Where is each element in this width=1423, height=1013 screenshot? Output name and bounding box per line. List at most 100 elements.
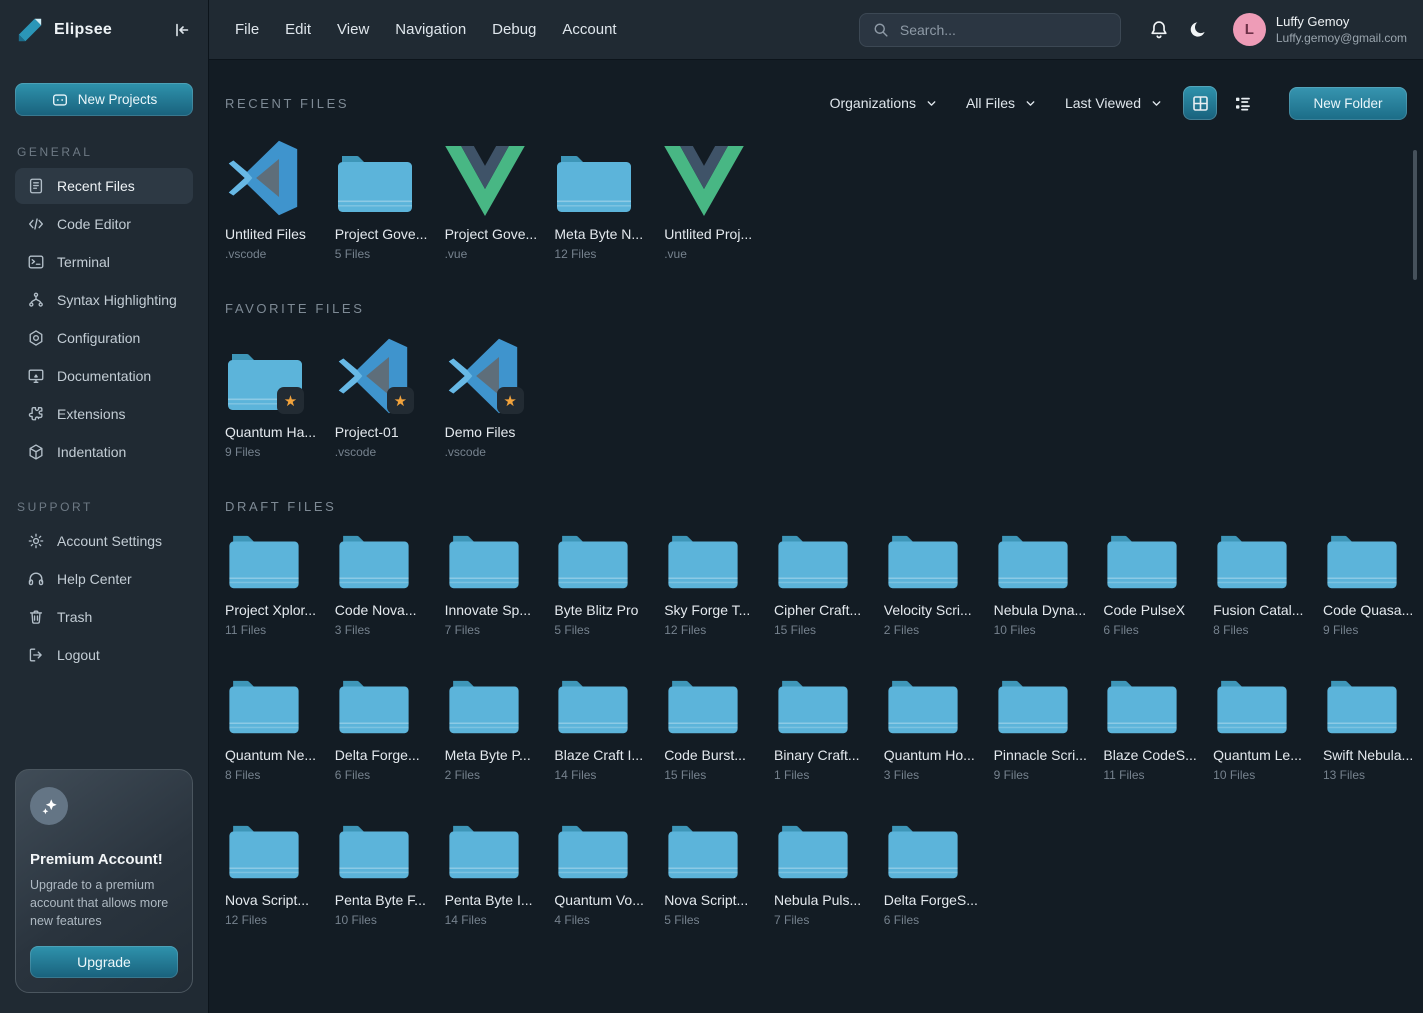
headset-icon [27, 570, 45, 588]
cube-icon [27, 443, 45, 461]
file-name: Project-01 [335, 424, 433, 440]
bell-icon [1148, 19, 1170, 41]
sidebar-item-help-center[interactable]: Help Center [15, 561, 193, 597]
folder-icon [774, 532, 872, 592]
file-card-code-nova[interactable]: Code Nova...3 Files [335, 532, 433, 637]
file-name: Quantum Vo... [554, 892, 652, 908]
file-meta: 3 Files [335, 623, 433, 637]
file-card-nebula-puls[interactable]: Nebula Puls...7 Files [774, 822, 872, 927]
new-folder-button[interactable]: New Folder [1289, 87, 1407, 120]
file-name: Delta Forge... [335, 747, 433, 763]
file-card-blaze-craft-i[interactable]: Blaze Craft I...14 Files [554, 677, 652, 782]
file-card-quantum-vo[interactable]: Quantum Vo... 4 Files [554, 822, 652, 927]
folder-icon [994, 677, 1092, 737]
file-card-code-quasa[interactable]: Code Quasa...9 Files [1323, 532, 1421, 637]
notifications-button[interactable] [1139, 10, 1179, 50]
file-card-pinnacle-scri[interactable]: Pinnacle Scri...9 Files [994, 677, 1092, 782]
file-card-meta-byte-n[interactable]: Meta Byte N...12 Files [554, 136, 652, 261]
menu-navigation[interactable]: Navigation [395, 21, 466, 38]
sidebar-item-extensions[interactable]: Extensions [15, 396, 193, 432]
sidebar-item-terminal[interactable]: Terminal [15, 244, 193, 280]
file-meta: 5 Files [335, 247, 433, 261]
search-input[interactable] [900, 22, 1108, 38]
filter-bar: OrganizationsAll FilesLast Viewed [818, 89, 1175, 117]
user-menu[interactable]: L Luffy Gemoy Luffy.gemoy@gmail.com [1233, 13, 1407, 46]
sidebar-item-logout[interactable]: Logout [15, 637, 193, 673]
file-name: Nova Script... [225, 892, 323, 908]
sidebar-item-indentation[interactable]: Indentation [15, 434, 193, 470]
file-card-innovate-sp[interactable]: Innovate Sp...7 Files [445, 532, 543, 637]
file-card-byte-blitz-pro[interactable]: Byte Blitz Pro5 Files [554, 532, 652, 637]
file-card-quantum-ne[interactable]: Quantum Ne...8 Files [225, 677, 323, 782]
file-card-velocity-scri[interactable]: Velocity Scri... 2 Files [884, 532, 982, 637]
file-card-penta-byte-i[interactable]: Penta Byte I...14 Files [445, 822, 543, 927]
folder-icon [884, 532, 982, 592]
file-card-nebula-dyna[interactable]: Nebula Dyna...10 Files [994, 532, 1092, 637]
upgrade-button[interactable]: Upgrade [30, 946, 178, 978]
file-card-quantum-le[interactable]: Quantum Le...10 Files [1213, 677, 1311, 782]
file-card-untlited-files[interactable]: Untlited Files.vscode [225, 136, 323, 261]
file-card-demo-files[interactable]: ★Demo Files.vscode [445, 334, 543, 459]
file-meta: 2 Files [445, 768, 543, 782]
file-card-meta-byte-p[interactable]: Meta Byte P... 2 Files [445, 677, 543, 782]
app-window: Elipsee New Projects GENERALRecent Files… [0, 0, 1423, 1013]
file-card-untlited-proj[interactable]: Untlited Proj....vue [664, 136, 762, 261]
folder-icon [1323, 532, 1421, 592]
sidebar-item-configuration[interactable]: Configuration [15, 320, 193, 356]
file-card-binary-craft[interactable]: Binary Craft...1 Files [774, 677, 872, 782]
folder-icon [445, 532, 543, 592]
menu-edit[interactable]: Edit [285, 21, 311, 38]
new-projects-button[interactable]: New Projects [15, 83, 193, 116]
file-meta: 4 Files [554, 913, 652, 927]
file-card-nova-script[interactable]: Nova Script...5 Files [664, 822, 762, 927]
file-card-project-gove[interactable]: Project Gove...5 Files [335, 136, 433, 261]
file-meta: 2 Files [884, 623, 982, 637]
menu-account[interactable]: Account [562, 21, 616, 38]
file-card-cipher-craft[interactable]: Cipher Craft...15 Files [774, 532, 872, 637]
file-card-quantum-ho[interactable]: Quantum Ho...3 Files [884, 677, 982, 782]
file-card-penta-byte-f[interactable]: Penta Byte F...10 Files [335, 822, 433, 927]
sidebar-item-syntax-highlighting[interactable]: Syntax Highlighting [15, 282, 193, 318]
folder-icon [554, 677, 652, 737]
file-grid: Untlited Files.vscodeProject Gove...5 Fi… [225, 136, 1423, 261]
new-projects-label: New Projects [78, 92, 158, 107]
folder-icon [1213, 532, 1311, 592]
search-box[interactable] [859, 13, 1121, 47]
list-view-button[interactable] [1225, 86, 1259, 120]
vue-icon [445, 136, 543, 216]
file-card-blaze-codes[interactable]: Blaze CodeS...11 Files [1103, 677, 1201, 782]
filter-organizations[interactable]: Organizations [818, 89, 950, 117]
grid-view-button[interactable] [1183, 86, 1217, 120]
file-name: Velocity Scri... [884, 602, 982, 618]
file-card-project-01[interactable]: ★Project-01.vscode [335, 334, 433, 459]
file-card-code-pulsex[interactable]: Code PulseX6 Files [1103, 532, 1201, 637]
menu-view[interactable]: View [337, 21, 369, 38]
sidebar-header: Elipsee [0, 0, 208, 60]
filter-last-viewed[interactable]: Last Viewed [1053, 89, 1175, 117]
file-card-sky-forge-t[interactable]: Sky Forge T...12 Files [664, 532, 762, 637]
filter-all-files[interactable]: All Files [954, 89, 1049, 117]
sidebar-item-code-editor[interactable]: Code Editor [15, 206, 193, 242]
scrollbar-thumb[interactable] [1413, 150, 1417, 280]
file-card-delta-forges[interactable]: Delta ForgeS...6 Files [884, 822, 982, 927]
file-card-nova-script[interactable]: Nova Script...12 Files [225, 822, 323, 927]
file-card-project-xplor[interactable]: Project Xplor...11 Files [225, 532, 323, 637]
file-card-quantum-ha[interactable]: ★Quantum Ha...9 Files [225, 334, 323, 459]
dark-mode-toggle[interactable] [1179, 10, 1219, 50]
file-name: Meta Byte P... [445, 747, 543, 763]
file-name: Untlited Proj... [664, 226, 762, 242]
menu-debug[interactable]: Debug [492, 21, 536, 38]
menu-file[interactable]: File [235, 21, 259, 38]
collapse-sidebar-icon[interactable] [172, 20, 192, 40]
sidebar-item-trash[interactable]: Trash [15, 599, 193, 635]
sidebar-item-documentation[interactable]: Documentation [15, 358, 193, 394]
file-card-project-gove[interactable]: Project Gove....vue [445, 136, 543, 261]
sidebar-item-account-settings[interactable]: Account Settings [15, 523, 193, 559]
file-card-swift-nebula[interactable]: Swift Nebula...13 Files [1323, 677, 1421, 782]
file-card-code-burst[interactable]: Code Burst...15 Files [664, 677, 762, 782]
file-meta: 9 Files [994, 768, 1092, 782]
sidebar-item-label: Account Settings [57, 533, 162, 549]
file-card-delta-forge[interactable]: Delta Forge...6 Files [335, 677, 433, 782]
sidebar-item-recent-files[interactable]: Recent Files [15, 168, 193, 204]
file-card-fusion-catal[interactable]: Fusion Catal...8 Files [1213, 532, 1311, 637]
